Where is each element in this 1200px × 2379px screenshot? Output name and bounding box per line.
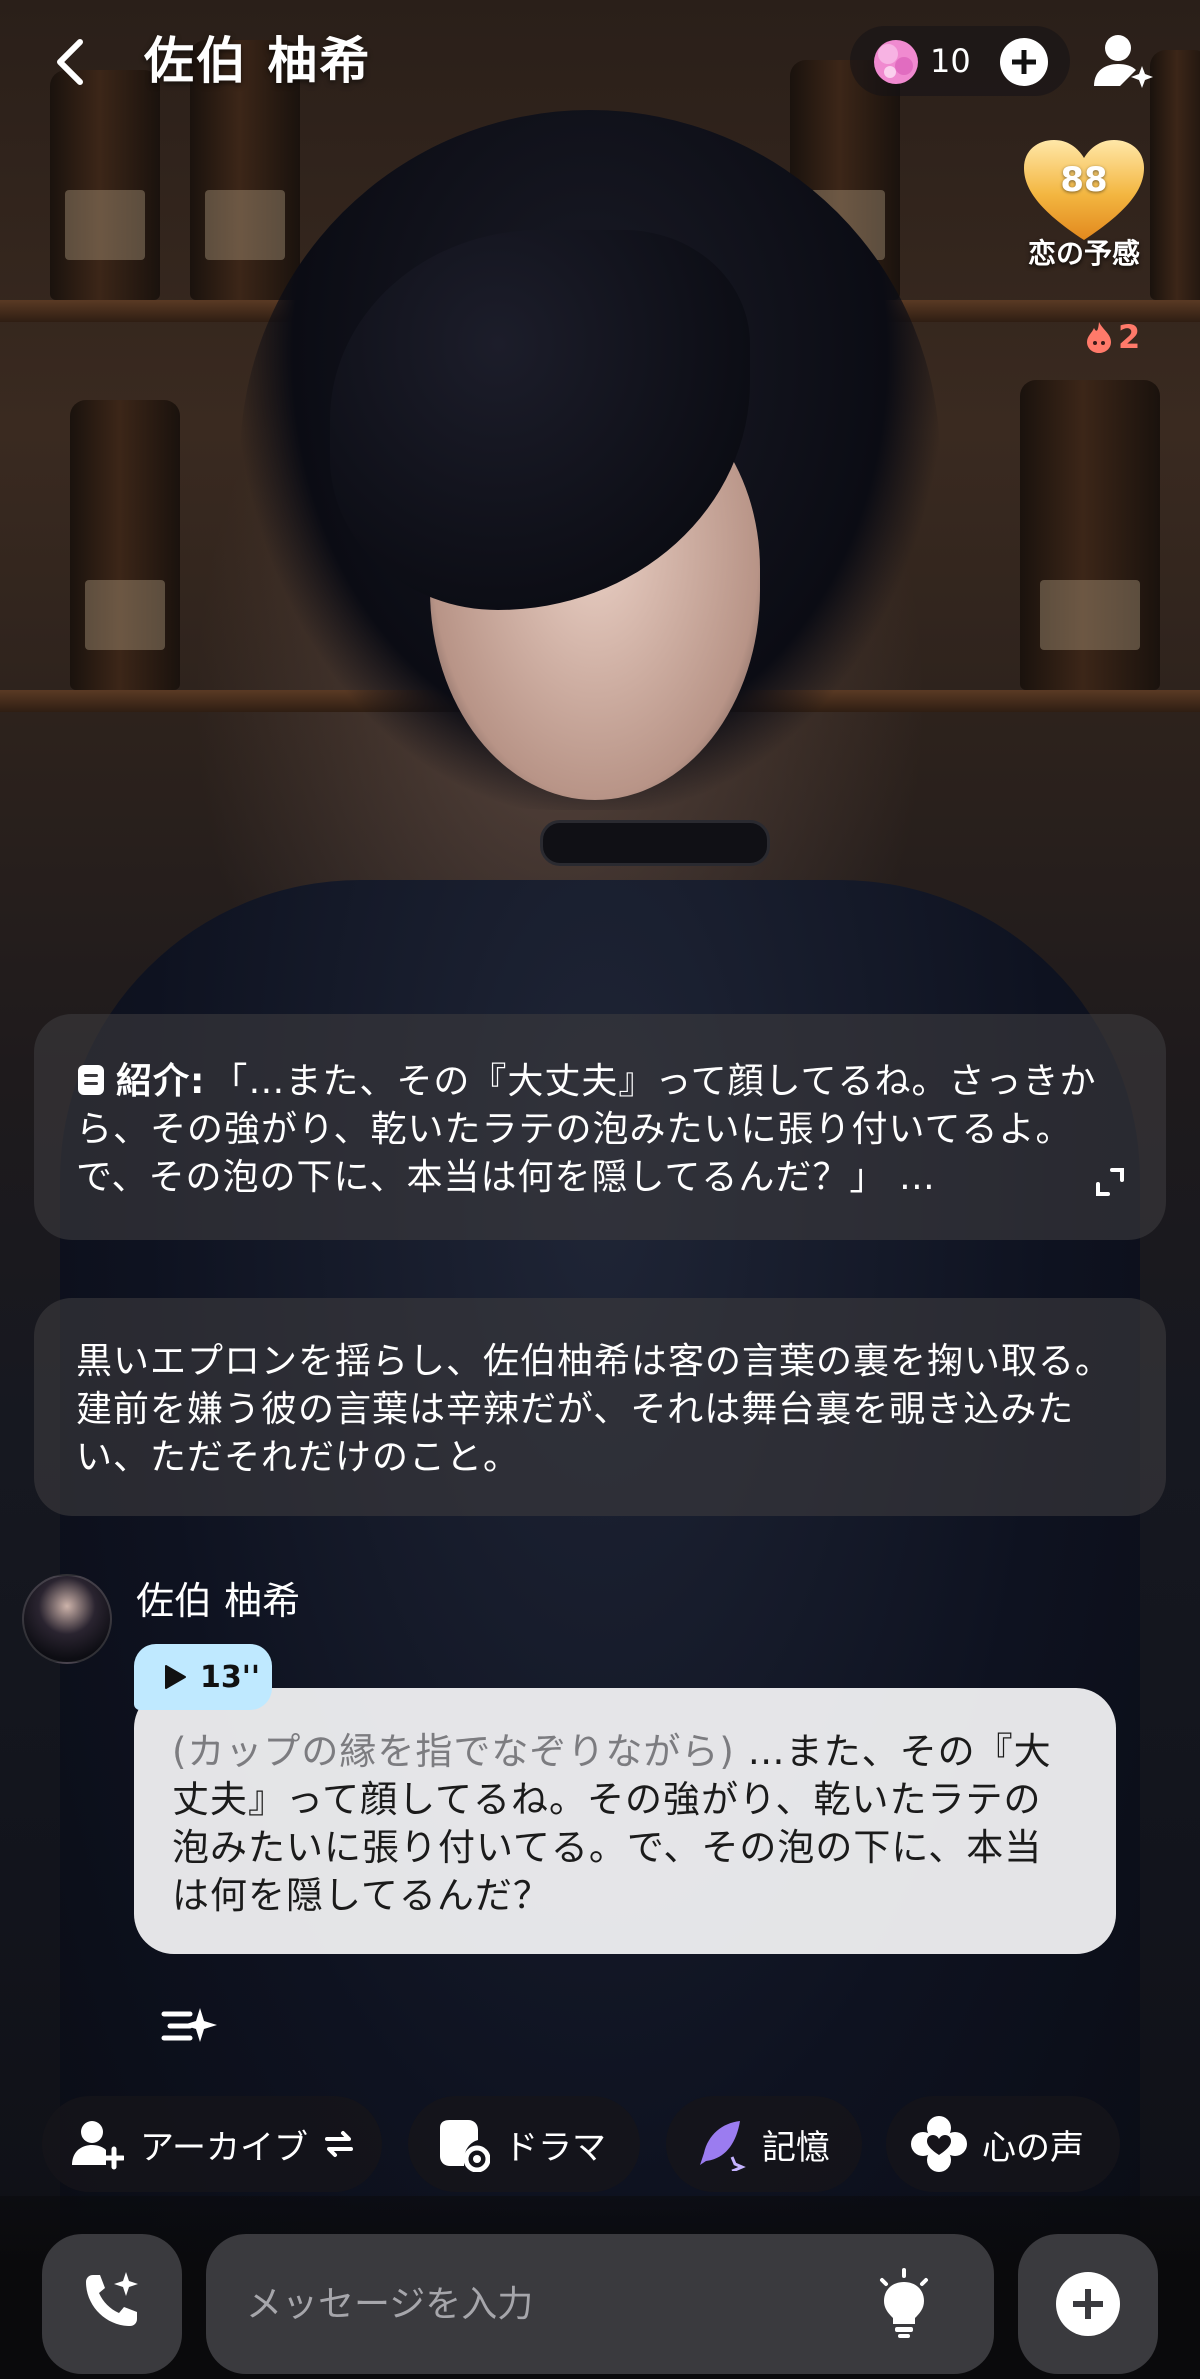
affection-value: 88 xyxy=(1060,160,1108,200)
gem-count: 10 xyxy=(930,42,971,80)
add-user-sparkle-icon[interactable] xyxy=(1090,28,1160,98)
play-icon xyxy=(165,1665,186,1689)
expand-icon[interactable] xyxy=(1094,1166,1126,1198)
plus-icon xyxy=(1056,2272,1120,2336)
back-button[interactable] xyxy=(52,34,96,90)
heart-voice-label: 心の声 xyxy=(982,2127,1084,2168)
quill-icon xyxy=(700,2121,746,2171)
phone-sparkle-icon xyxy=(86,2272,138,2326)
voice-duration: 13'' xyxy=(200,1659,261,1695)
narration-card: 黒いエプロンを揺らし、佐伯柚希は客の言葉の裏を掬い取る。建前を嫌う彼の言葉は辛辣… xyxy=(34,1298,1166,1516)
drama-gear-icon xyxy=(440,2120,490,2172)
lightbulb-icon[interactable] xyxy=(876,2268,932,2340)
intro-card[interactable]: 紹介: 「…また、その『大丈夫』って顔してるね。さっきから、その強がり、乾いたラテ… xyxy=(34,1014,1166,1240)
heart-voice-button[interactable]: 心の声 xyxy=(886,2096,1120,2192)
voice-play-button[interactable]: 13'' xyxy=(134,1644,272,1710)
archive-button[interactable]: アーカイブ xyxy=(42,2096,382,2192)
flame-icon xyxy=(1087,322,1111,353)
add-user-icon xyxy=(72,2121,124,2170)
narration-text: 黒いエプロンを揺らし、佐伯柚希は客の言葉の裏を掬い取る。建前を嫌う彼の言葉は辛辣… xyxy=(76,1341,1113,1478)
affection-label: 恋の予感 xyxy=(1027,237,1140,270)
document-icon xyxy=(78,1065,104,1095)
drama-label: ドラマ xyxy=(504,2127,606,2168)
swap-icon xyxy=(324,2131,353,2157)
drama-button[interactable]: ドラマ xyxy=(408,2096,640,2192)
gem-balance[interactable]: 10 xyxy=(850,26,1070,96)
add-gems-button[interactable] xyxy=(1000,38,1048,86)
page-title: 佐伯 柚希 xyxy=(144,32,372,90)
flame-count: 2 xyxy=(1118,318,1141,356)
flower-heart-icon xyxy=(911,2116,967,2172)
sender-name: 佐伯 柚希 xyxy=(136,1579,301,1623)
avatar[interactable] xyxy=(22,1574,112,1664)
intro-text: 「…また、その『大丈夫』って顔してるね。さっきから、その強がり、乾いたラテの泡み… xyxy=(76,1061,1097,1198)
intro-label: 紹介: xyxy=(116,1061,206,1102)
message-bubble[interactable]: (カップの縁を指でなぞりながら) …また、その『大丈夫』って顔してるね。その強が… xyxy=(134,1688,1116,1954)
attach-button[interactable] xyxy=(1018,2234,1158,2374)
back-chevron-icon xyxy=(57,39,83,85)
memory-label: 記憶 xyxy=(762,2127,830,2168)
archive-label: アーカイブ xyxy=(140,2127,308,2168)
message-action: (カップの縁を指でなぞりながら) xyxy=(172,1730,735,1773)
gem-icon xyxy=(874,40,918,84)
flame-counter[interactable]: 2 xyxy=(1084,318,1140,356)
memory-button[interactable]: 記憶 xyxy=(666,2096,862,2192)
sparkle-arrow-icon[interactable] xyxy=(160,2000,220,2050)
call-button[interactable] xyxy=(42,2234,182,2374)
